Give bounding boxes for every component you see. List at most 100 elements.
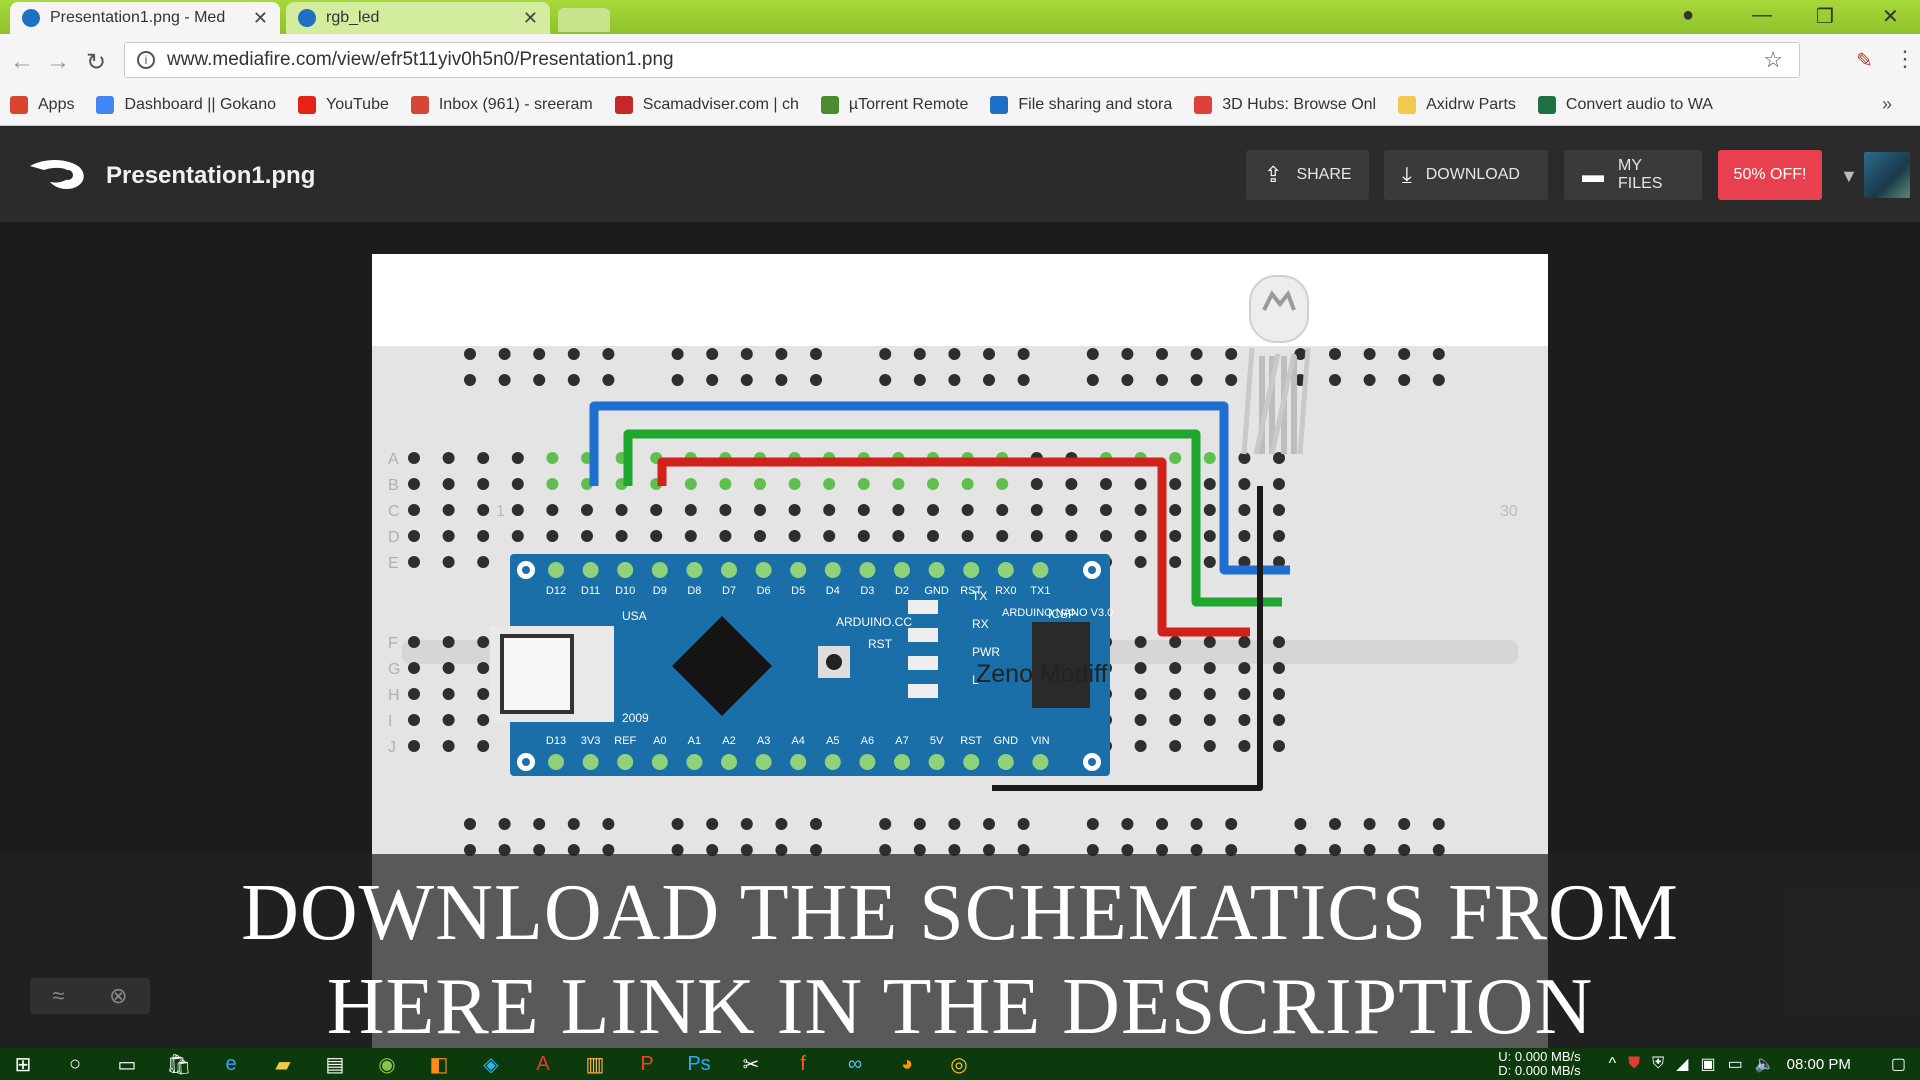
battery-icon[interactable]: ▭ — [1728, 1054, 1743, 1074]
breadboard-hole — [1203, 662, 1216, 674]
mediafire-logo-icon[interactable] — [26, 156, 90, 192]
breadboard-hole — [1065, 530, 1078, 542]
google-icon — [96, 96, 115, 114]
breadboard-hole — [477, 504, 490, 516]
close-viewer-icon[interactable]: ⊗ — [109, 983, 127, 1009]
bookmark-item[interactable]: YouTube — [297, 96, 389, 114]
restore-button[interactable]: ❐ — [1816, 4, 1834, 29]
breadboard-hole — [1134, 714, 1147, 726]
bookmark-item[interactable]: 3D Hubs: Browse Onl — [1194, 96, 1376, 114]
board-pin — [928, 562, 945, 578]
powerpoint-icon[interactable]: P — [632, 1051, 662, 1077]
forward-button[interactable]: → — [46, 48, 70, 76]
tray-expand-icon[interactable]: ^ — [1609, 1055, 1617, 1073]
board-pin — [548, 754, 564, 770]
edge-icon[interactable]: e — [216, 1051, 246, 1077]
board-pin — [928, 754, 945, 770]
browser-menu-icon[interactable]: ⋮ — [1894, 46, 1916, 72]
breadboard-hole — [477, 636, 490, 648]
chrome-icon[interactable]: ◎ — [944, 1051, 974, 1077]
bookmark-item[interactable]: File sharing and stora — [990, 96, 1172, 114]
bookmark-item[interactable]: Axidrw Parts — [1398, 96, 1516, 114]
back-button[interactable]: ← — [10, 48, 34, 76]
breadboard-hole — [464, 374, 476, 386]
close-tab-icon[interactable]: ✕ — [253, 8, 268, 29]
download-button[interactable]: ⤓ DOWNLOAD — [1384, 150, 1548, 200]
arduino-icon[interactable]: ∞ — [840, 1051, 870, 1077]
account-dropdown-icon[interactable]: ▼ — [1840, 166, 1858, 187]
bookmark-item[interactable]: Apps — [10, 96, 74, 114]
breadboard-hole — [546, 504, 559, 516]
utorrent-taskbar-icon[interactable]: ◉ — [372, 1051, 402, 1077]
tab-presentation[interactable]: Presentation1.png - Med ✕ — [10, 2, 280, 34]
breadboard-hole — [754, 478, 766, 490]
firefox-icon[interactable]: ◕ — [892, 1051, 922, 1077]
board-pin — [755, 754, 772, 770]
tab-rgb-led[interactable]: rgb_led ✕ — [286, 2, 550, 34]
discount-offer-button[interactable]: 50% OFF! — [1718, 150, 1822, 200]
extension-icon[interactable]: ✎ — [1856, 48, 1873, 73]
flash-icon[interactable]: f — [788, 1051, 818, 1077]
breadboard-hole — [913, 348, 926, 360]
clock[interactable]: 08:00 PM — [1787, 1056, 1851, 1073]
reload-button[interactable]: ↻ — [86, 48, 106, 77]
breadboard-hole — [1203, 478, 1216, 490]
row-letter: G — [388, 661, 400, 678]
bookmark-item[interactable]: Scamadviser.com | ch — [614, 96, 799, 114]
new-tab-button[interactable] — [558, 8, 610, 32]
minimize-button[interactable]: — — [1752, 4, 1772, 27]
cortana-search-icon[interactable]: ○ — [60, 1051, 90, 1077]
breadboard-hole — [1238, 688, 1251, 700]
breadboard-hole — [442, 478, 455, 490]
tray-app-icon[interactable]: ▣ — [1700, 1054, 1715, 1074]
store-icon[interactable]: 🛍 — [164, 1051, 194, 1077]
breadboard-hole — [1086, 374, 1099, 386]
app-icon[interactable]: ◈ — [476, 1051, 506, 1077]
bookmark-item[interactable]: Dashboard || Gokano — [96, 96, 276, 114]
security-icon[interactable]: ⛨ — [1652, 1055, 1664, 1073]
breadboard-hole — [927, 530, 939, 542]
breadboard-hole — [996, 530, 1009, 542]
breadboard-hole — [1225, 818, 1238, 830]
profile-icon[interactable]: ● — [1682, 4, 1694, 27]
file-explorer-icon[interactable]: ▰ — [268, 1051, 298, 1077]
share-button[interactable]: ⇪ SHARE — [1246, 150, 1369, 200]
mediafire-small-logo-icon[interactable]: ≈ — [52, 983, 64, 1009]
breadboard-hole — [581, 530, 593, 542]
row-letter: I — [388, 713, 392, 730]
breadboard-hole — [948, 374, 961, 386]
address-bar[interactable]: i www.mediafire.com/view/efr5t11yiv0h5n0… — [124, 42, 1800, 78]
windows-start-icon[interactable]: ⊞ — [8, 1051, 38, 1077]
notifications-icon[interactable]: ▢ — [1891, 1054, 1906, 1074]
close-tab-icon[interactable]: ✕ — [523, 8, 538, 29]
bookmark-star-icon[interactable]: ☆ — [1763, 47, 1783, 73]
photoshop-icon[interactable]: Ps — [684, 1051, 714, 1077]
antivirus-icon[interactable]: ⛊ — [1628, 1055, 1640, 1073]
mediafire-header: Presentation1.png ⇪ SHARE ⤓ DOWNLOAD ▬ M… — [0, 126, 1920, 222]
avatar[interactable] — [1864, 152, 1910, 198]
breadboard-hole — [1273, 714, 1285, 726]
more-bookmarks-icon[interactable]: » — [1882, 94, 1892, 115]
row-letter: B — [388, 477, 399, 494]
breadboard-hole — [948, 818, 961, 830]
breadboard-hole — [442, 556, 455, 568]
bookmark-item[interactable]: Convert audio to WA — [1537, 96, 1713, 114]
bookmark-label: Dashboard || Gokano — [124, 96, 276, 113]
paint-icon[interactable]: ◧ — [424, 1051, 454, 1077]
wifi-icon[interactable]: ◢ — [1676, 1054, 1688, 1074]
bookmark-item[interactable]: Inbox (961) - sreeram — [410, 96, 593, 114]
notepad-icon[interactable]: ▤ — [320, 1051, 350, 1077]
volume-icon[interactable]: 🔈 — [1755, 1054, 1775, 1074]
task-view-icon[interactable]: ▭ — [112, 1051, 142, 1077]
breadboard-hole — [1363, 374, 1376, 386]
breadboard-hole — [1134, 478, 1147, 490]
close-window-button[interactable]: ✕ — [1882, 4, 1899, 29]
breadboard-hole — [581, 504, 593, 516]
my-files-button[interactable]: ▬ MY FILES — [1564, 150, 1702, 200]
snipping-tool-icon[interactable]: ✂ — [736, 1051, 766, 1077]
acrobat-icon[interactable]: A — [528, 1051, 558, 1077]
breadboard-hole — [810, 348, 822, 360]
bookmark-item[interactable]: µTorrent Remote — [820, 96, 968, 114]
archive-icon[interactable]: ▥ — [580, 1051, 610, 1077]
site-info-icon[interactable]: i — [137, 51, 155, 69]
